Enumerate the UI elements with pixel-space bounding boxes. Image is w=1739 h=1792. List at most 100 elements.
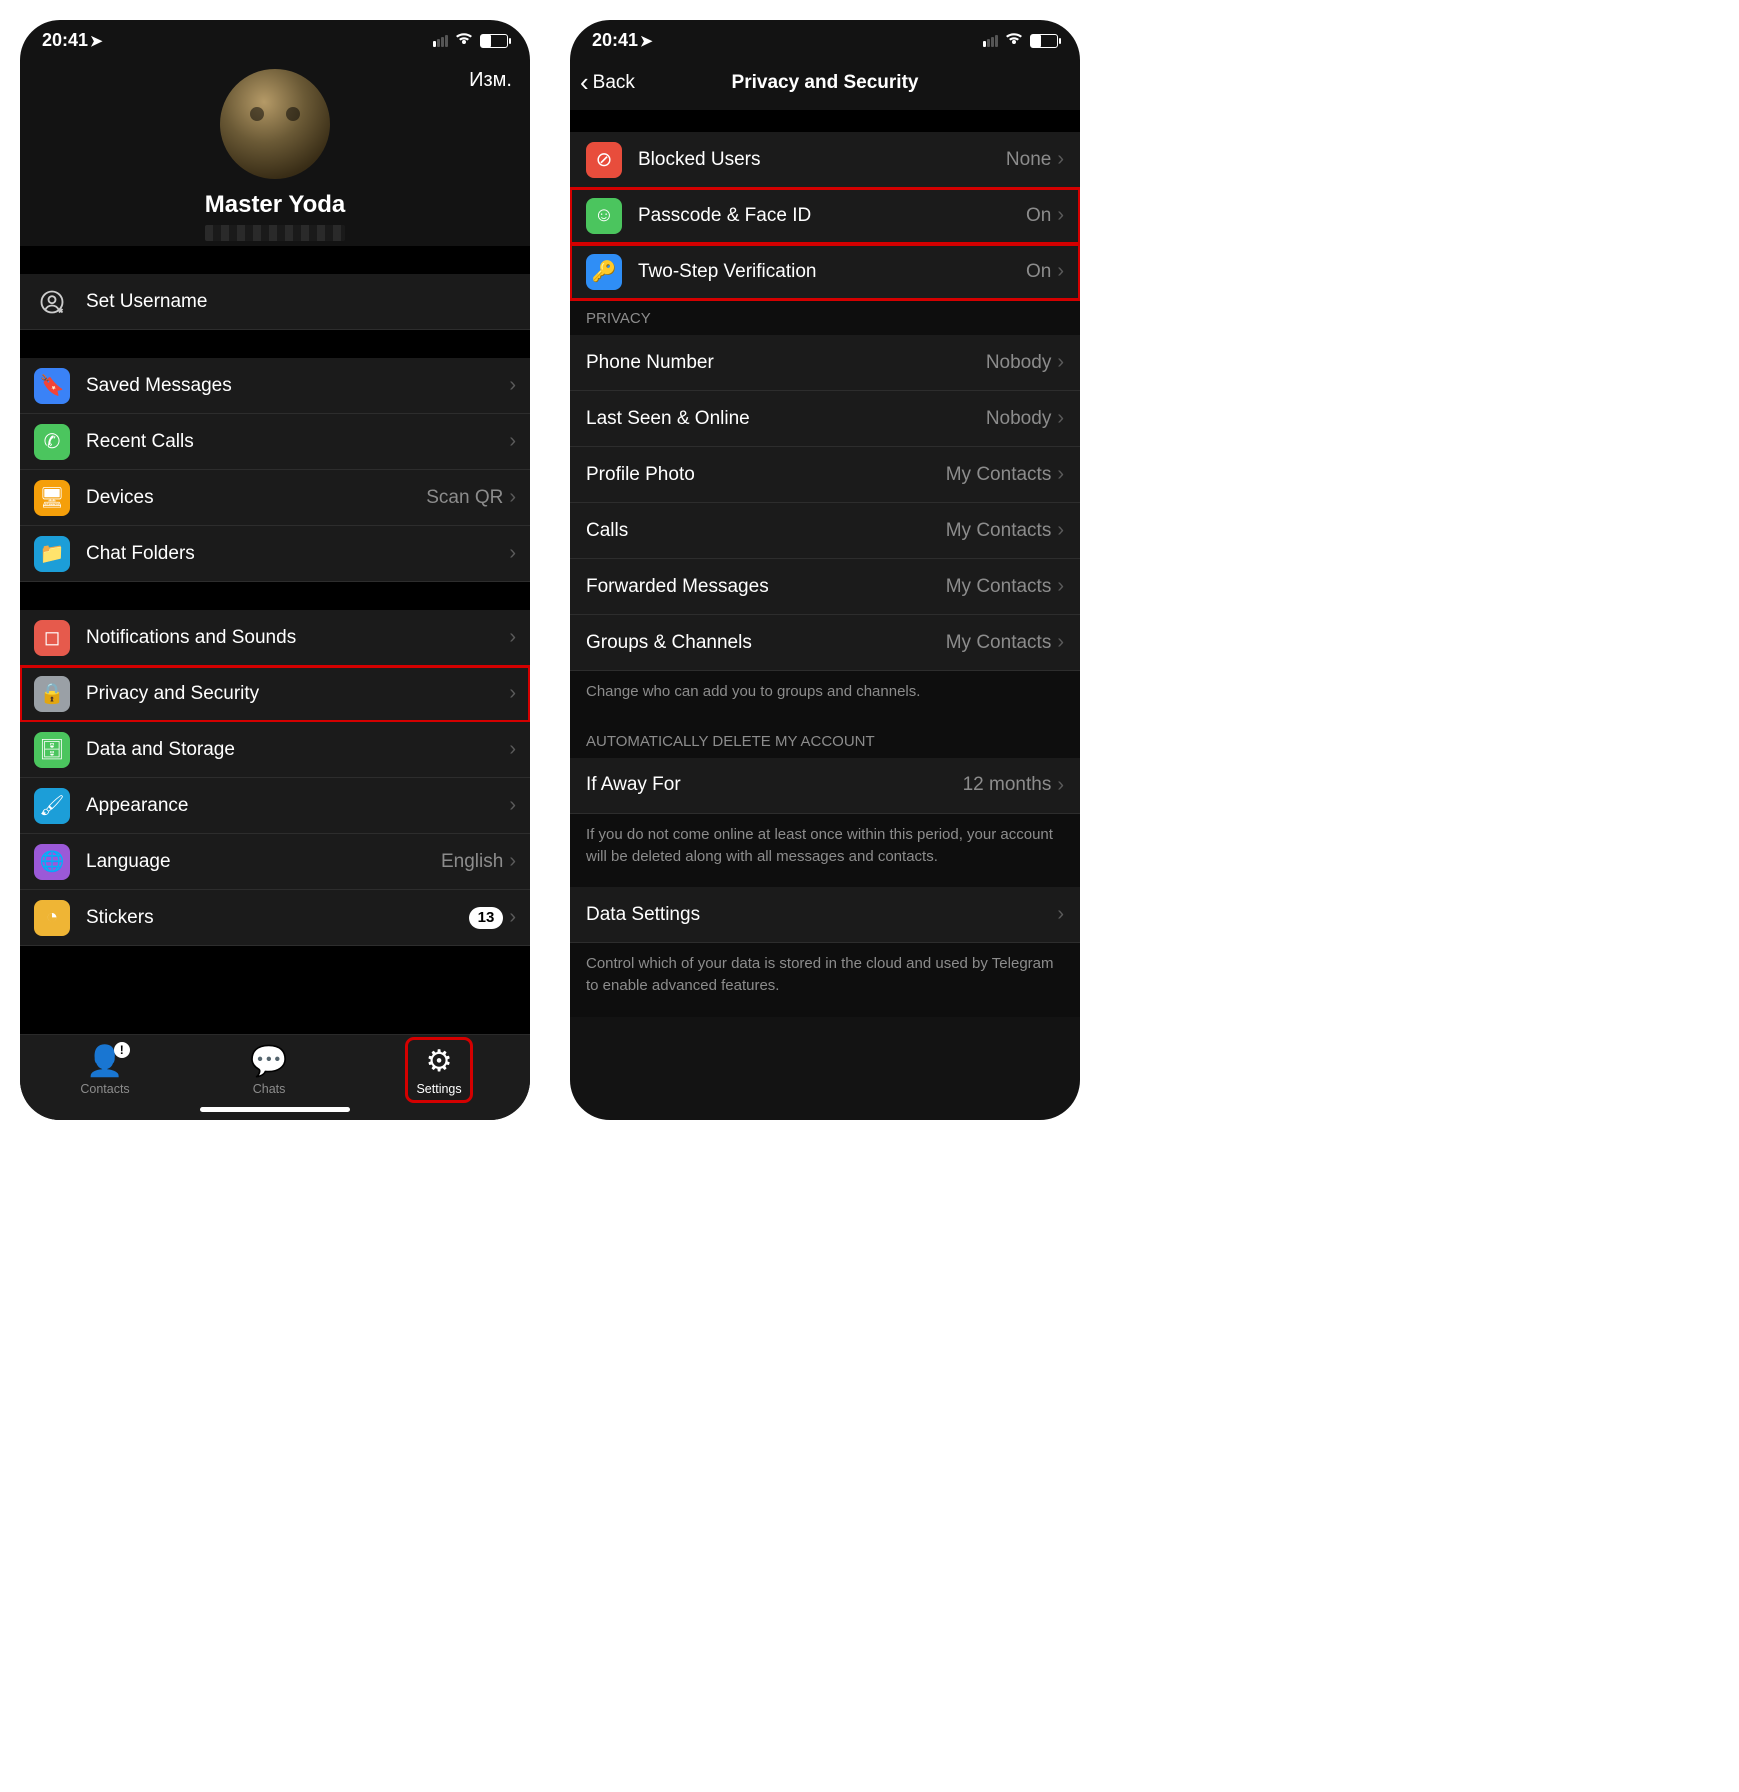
profile-photo-row[interactable]: Profile Photo My Contacts › [570, 447, 1080, 503]
back-button[interactable]: ‹ Back [580, 67, 635, 98]
wifi-icon [1004, 30, 1024, 51]
language-label: Language [86, 851, 441, 873]
devices-row[interactable]: 🖥 Devices Scan QR › [20, 470, 530, 526]
block-icon: ⊘ [586, 142, 622, 178]
devices-label: Devices [86, 487, 426, 509]
status-bar: 20:41➤ [570, 20, 1080, 55]
data-storage-label: Data and Storage [86, 739, 509, 761]
wifi-icon [454, 30, 474, 51]
chat-folders-row[interactable]: 📁 Chat Folders › [20, 526, 530, 582]
chat-folders-label: Chat Folders [86, 543, 509, 565]
passcode-value: On [1026, 205, 1051, 227]
forwarded-row[interactable]: Forwarded Messages My Contacts › [570, 559, 1080, 615]
set-username-row[interactable]: Set Username [20, 274, 530, 330]
chevron-right-icon: › [509, 626, 516, 649]
contacts-icon: 👤! [86, 1044, 123, 1079]
chats-icon: 💬 [250, 1044, 287, 1079]
faceid-icon: ☺ [586, 198, 622, 234]
notifications-row[interactable]: ◻ Notifications and Sounds › [20, 610, 530, 666]
recent-calls-row[interactable]: ✆ Recent Calls › [20, 414, 530, 470]
chevron-right-icon: › [1057, 148, 1064, 171]
bookmark-icon: 🔖 [34, 368, 70, 404]
profile-photo-value: My Contacts [946, 464, 1052, 486]
privacy-security-screen: 20:41➤ ‹ Back Privacy and Security ⊘ Blo… [570, 20, 1080, 1120]
last-seen-row[interactable]: Last Seen & Online Nobody › [570, 391, 1080, 447]
data-storage-row[interactable]: 🗄 Data and Storage › [20, 722, 530, 778]
status-time: 20:41 [592, 30, 638, 50]
recent-calls-label: Recent Calls [86, 431, 509, 453]
edit-button[interactable]: Изм. [469, 69, 512, 92]
chevron-right-icon: › [509, 738, 516, 761]
data-settings-label: Data Settings [586, 904, 1057, 926]
chevron-right-icon: › [1057, 631, 1064, 654]
chevron-right-icon: › [509, 374, 516, 397]
set-username-label: Set Username [86, 291, 516, 313]
tab-contacts-label: Contacts [80, 1082, 129, 1096]
groups-label: Groups & Channels [586, 632, 946, 654]
chevron-right-icon: › [1057, 519, 1064, 542]
chevron-right-icon: › [1057, 774, 1064, 797]
forwarded-value: My Contacts [946, 576, 1052, 598]
stickers-label: Stickers [86, 907, 469, 929]
twostep-row[interactable]: 🔑 Two-Step Verification On › [570, 244, 1080, 300]
phone-icon: ✆ [34, 424, 70, 460]
chevron-right-icon: › [1057, 407, 1064, 430]
twostep-label: Two-Step Verification [638, 261, 1026, 283]
phone-number-value: Nobody [986, 352, 1052, 374]
username-icon [34, 284, 70, 320]
chevron-right-icon: › [509, 486, 516, 509]
chevron-right-icon: › [509, 682, 516, 705]
away-value: 12 months [963, 774, 1052, 796]
auto-footer: If you do not come online at least once … [570, 814, 1080, 888]
sticker-icon: ◔ [34, 900, 70, 936]
signal-icon [983, 35, 998, 47]
chevron-left-icon: ‹ [580, 67, 589, 98]
chevron-right-icon: › [1057, 204, 1064, 227]
brush-icon: 🖌 [34, 788, 70, 824]
tab-chats[interactable]: 💬 Chats [250, 1044, 287, 1096]
language-value: English [441, 851, 503, 873]
calls-row[interactable]: Calls My Contacts › [570, 503, 1080, 559]
stickers-row[interactable]: ◔ Stickers 13 › [20, 890, 530, 946]
section-auto-title: AUTOMATICALLY DELETE MY ACCOUNT [570, 723, 1080, 758]
tab-contacts[interactable]: 👤! Contacts [80, 1044, 129, 1096]
devices-value: Scan QR [426, 487, 503, 509]
chevron-right-icon: › [1057, 260, 1064, 283]
privacy-security-row[interactable]: 🔒 Privacy and Security › [20, 666, 530, 722]
devices-icon: 🖥 [34, 480, 70, 516]
profile-name: Master Yoda [20, 191, 530, 219]
globe-icon: 🌐 [34, 844, 70, 880]
phone-number-row[interactable]: Phone Number Nobody › [570, 335, 1080, 391]
gear-icon: ⚙ [426, 1044, 453, 1079]
nav-bar: ‹ Back Privacy and Security [570, 55, 1080, 110]
blocked-users-row[interactable]: ⊘ Blocked Users None › [570, 132, 1080, 188]
language-row[interactable]: 🌐 Language English › [20, 834, 530, 890]
tab-settings-label: Settings [416, 1082, 461, 1096]
data-settings-footer: Control which of your data is stored in … [570, 943, 1080, 1017]
phone-number-label: Phone Number [586, 352, 986, 374]
saved-messages-label: Saved Messages [86, 375, 509, 397]
lock-icon: 🔒 [34, 676, 70, 712]
avatar[interactable] [220, 69, 330, 179]
privacy-footer: Change who can add you to groups and cha… [570, 671, 1080, 723]
appearance-row[interactable]: 🖌 Appearance › [20, 778, 530, 834]
appearance-label: Appearance [86, 795, 509, 817]
status-time: 20:41 [42, 30, 88, 50]
tab-settings[interactable]: ⚙ Settings [408, 1040, 469, 1100]
passcode-row[interactable]: ☺ Passcode & Face ID On › [570, 188, 1080, 244]
chevron-right-icon: › [509, 906, 516, 929]
home-indicator[interactable] [200, 1107, 350, 1112]
location-icon: ➤ [640, 33, 653, 50]
chevron-right-icon: › [509, 430, 516, 453]
away-row[interactable]: If Away For 12 months › [570, 758, 1080, 814]
away-label: If Away For [586, 774, 963, 796]
notifications-label: Notifications and Sounds [86, 627, 509, 649]
data-settings-row[interactable]: Data Settings › [570, 887, 1080, 943]
notification-dot: ! [114, 1042, 130, 1058]
tab-chats-label: Chats [253, 1082, 286, 1096]
folder-icon: 📁 [34, 536, 70, 572]
stickers-badge: 13 [469, 907, 504, 929]
groups-row[interactable]: Groups & Channels My Contacts › [570, 615, 1080, 671]
saved-messages-row[interactable]: 🔖 Saved Messages › [20, 358, 530, 414]
calls-value: My Contacts [946, 520, 1052, 542]
